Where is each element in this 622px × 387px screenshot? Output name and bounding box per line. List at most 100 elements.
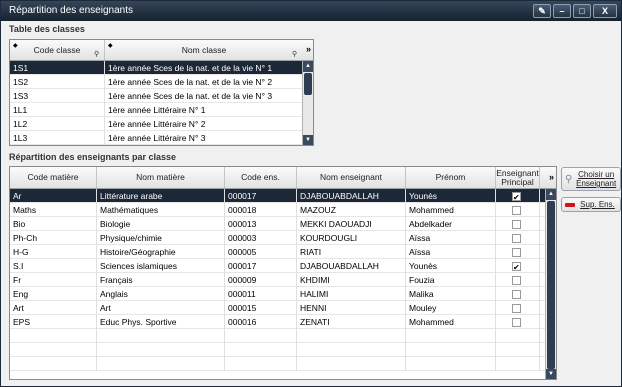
cell-nom-enseignant [297,343,406,357]
cell-code-ens: 000009 [225,273,297,287]
principal-checkbox[interactable] [512,290,521,299]
search-icon: ⚲ [565,173,573,185]
close-button[interactable]: X [593,4,617,18]
window-title: Répartition des enseignants [9,5,133,16]
col-enseignant-principal[interactable]: Enseignant Principal [496,167,540,188]
table-row[interactable]: Bio Biologie 000013 MEKKI DAOUADJI Abdelkade… [10,217,546,231]
cell-nom-classe: 1ère année Sces de la nat. et de la vie … [105,75,303,89]
cell-code-matiere: Ph-Ch [10,231,97,245]
cell-enseignant-principal [496,273,540,287]
cell-nom-matiere: Français [97,273,225,287]
cell-prenom: Younès [406,189,496,203]
cell-code-ens: 000015 [225,301,297,315]
table-row[interactable]: 1S2 1ère année Sces de la nat. et de la v… [10,75,303,89]
table-row[interactable]: 1S3 1ère année Sces de la nat. et de la v… [10,89,303,103]
principal-checkbox[interactable] [512,206,521,215]
classes-table[interactable]: Code classe ◆ ⚲ Nom classe ◆ ⚲ » 1S1 1ère… [9,39,314,146]
cell-nom-matiere [97,343,225,357]
principal-checkbox[interactable] [512,234,521,243]
cell-nom-classe: 1ère année Sces de la nat. et de la vie … [105,61,303,75]
choose-teacher-button[interactable]: ⚲ Choisir un Enseignant [561,167,621,191]
principal-checkbox[interactable] [512,220,521,229]
table-row[interactable]: EPS Educ Phys. Sportive 000016 ZENATI Mohamm… [10,315,546,329]
cell-prenom [406,357,496,371]
cell-enseignant-principal [496,287,540,301]
cell-prenom: Mohammed [406,315,496,329]
table-row[interactable]: 1L2 1ère année Littéraire N° 2 [10,117,303,131]
classes-scrollbar[interactable]: ▲ ▼ [302,61,313,145]
table-row[interactable]: Art Art 000015 HENNI Mouley [10,301,546,315]
cell-nom-enseignant: MEKKI DAOUADJI [297,217,406,231]
principal-checkbox[interactable] [512,261,521,273]
table-row[interactable]: Fr Français 000009 KHDIMI Fouzia [10,273,546,287]
table-row[interactable]: H-G Histoire/Géographie 000005 RIATI Aïssa [10,245,546,259]
cell-enseignant-principal [496,329,540,343]
table-row[interactable]: 1L1 1ère année Littéraire N° 1 [10,103,303,117]
scroll-thumb[interactable] [304,73,312,95]
scroll-up-icon[interactable]: ▲ [546,189,556,200]
cell-code-classe: 1L2 [10,117,105,131]
delete-teacher-label: Sup. Ens. [580,200,615,209]
principal-checkbox[interactable] [512,191,521,203]
search-icon[interactable]: ⚲ [292,50,297,58]
scroll-down-icon[interactable]: ▼ [303,135,313,145]
table-row[interactable]: Ph-Ch Physique/chimie 000003 KOURDOUGLI Aïss… [10,231,546,245]
table-row[interactable]: 1S1 1ère année Sces de la nat. et de la v… [10,61,303,75]
repartition-table-header: Code matière Nom matière Code ens. Nom e… [10,167,556,189]
cell-prenom: Aïssa [406,231,496,245]
cell-code-ens: 000017 [225,259,297,273]
col-prenom[interactable]: Prénom [406,167,496,188]
cell-nom-matiere: Histoire/Géographie [97,245,225,259]
table-row[interactable]: Ar Littérature arabe 000017 DJABOUABDALLAH Y… [10,189,546,203]
col-code-classe[interactable]: Code classe [10,40,105,60]
principal-checkbox[interactable] [512,276,521,285]
cell-nom-classe: 1ère année Sces de la nat. et de la vie … [105,89,303,103]
table-row[interactable]: Maths Mathématiques 000018 MAZOUZ Mohammed [10,203,546,217]
cell-code-ens [225,329,297,343]
column-menu-icon[interactable]: » [306,44,311,54]
col-nom-enseignant[interactable]: Nom enseignant [297,167,406,188]
cell-enseignant-principal [496,189,540,203]
principal-checkbox[interactable] [512,304,521,313]
cell-prenom: Aïssa [406,245,496,259]
cell-prenom: Abdelkader [406,217,496,231]
col-code-matiere[interactable]: Code matière [10,167,97,188]
sort-grip-icon: ◆ [13,43,18,49]
table-row[interactable]: Eng Anglais 000011 HALIMI Malika [10,287,546,301]
repartition-scrollbar[interactable]: ▲ ▼ [545,189,556,379]
minimize-button[interactable]: – [553,4,571,18]
paint-icon[interactable]: ✎ [533,4,551,18]
cell-code-ens: 000003 [225,231,297,245]
main-window: Répartition des enseignants ✎ – □ X Tabl… [0,0,622,387]
col-enseignant-principal-label: Enseignant Principal [496,167,539,187]
scroll-up-icon[interactable]: ▲ [303,61,313,72]
scroll-down-icon[interactable]: ▼ [546,369,556,379]
col-nom-classe[interactable]: Nom classe [105,40,303,60]
cell-nom-matiere: Educ Phys. Sportive [97,315,225,329]
cell-nom-matiere: Sciences islamiques [97,259,225,273]
cell-code-ens: 000018 [225,203,297,217]
repartition-table[interactable]: Code matière Nom matière Code ens. Nom e… [9,166,557,380]
col-code-ens[interactable]: Code ens. [225,167,297,188]
column-menu-icon[interactable]: » [549,172,554,182]
cell-code-matiere: Art [10,301,97,315]
table-row[interactable]: 1L3 1ère année Littéraire N° 3 [10,131,303,145]
cell-code-ens: 000017 [225,189,297,203]
delete-teacher-button[interactable]: Sup. Ens. [561,197,621,212]
cell-code-classe: 1S3 [10,89,105,103]
cell-nom-enseignant: KOURDOUGLI [297,231,406,245]
scroll-thumb[interactable] [547,201,555,369]
cell-enseignant-principal [496,217,540,231]
cell-enseignant-principal [496,301,540,315]
table-row[interactable]: S.I Sciences islamiques 000017 DJABOUABDALL… [10,259,546,273]
cell-code-matiere [10,329,97,343]
col-nom-enseignant-label: Nom enseignant [320,172,382,182]
classes-table-header: Code classe ◆ ⚲ Nom classe ◆ ⚲ » [10,40,313,61]
maximize-button[interactable]: □ [573,4,591,18]
col-nom-matiere[interactable]: Nom matière [97,167,225,188]
principal-checkbox[interactable] [512,248,521,257]
search-icon[interactable]: ⚲ [94,50,99,58]
cell-code-classe: 1S2 [10,75,105,89]
cell-code-classe: 1L3 [10,131,105,145]
principal-checkbox[interactable] [512,318,521,327]
